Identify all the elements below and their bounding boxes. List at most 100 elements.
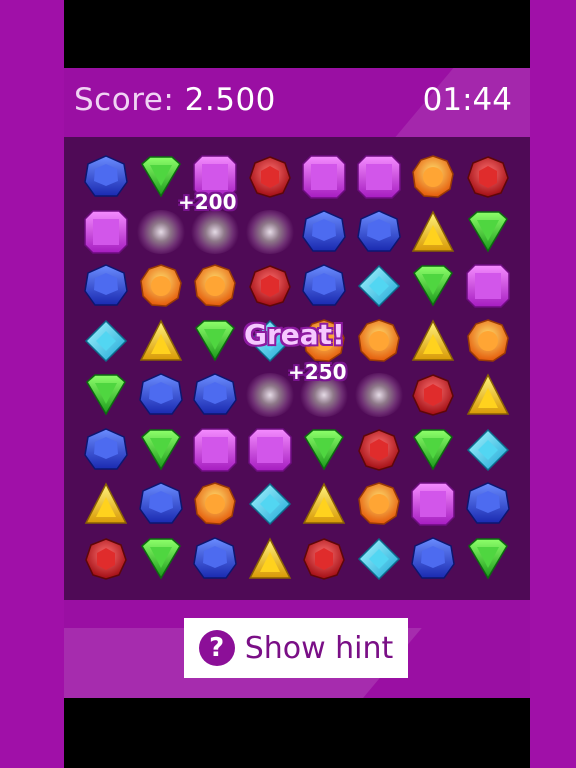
green-gem[interactable] — [137, 535, 185, 583]
red-gem[interactable] — [300, 535, 348, 583]
orange-gem[interactable] — [409, 153, 457, 201]
green-gem[interactable] — [137, 426, 185, 474]
red-gem[interactable] — [409, 371, 457, 419]
purple-gem[interactable] — [191, 426, 239, 474]
green-gem-icon — [140, 428, 181, 470]
blue-gem[interactable] — [82, 426, 130, 474]
sparkle-effect — [244, 371, 295, 419]
purple-gem-icon — [465, 264, 510, 308]
yellow-gem[interactable] — [300, 480, 348, 528]
cyan-gem[interactable] — [246, 480, 294, 528]
green-gem[interactable] — [191, 317, 239, 365]
red-gem-icon — [248, 265, 291, 307]
orange-gem-icon — [194, 482, 236, 525]
yellow-gem-icon — [302, 482, 346, 524]
purple-gem[interactable] — [464, 262, 512, 310]
sparkle-effect — [190, 208, 240, 256]
sparkle-effect — [244, 373, 295, 417]
sparkle-effect — [244, 209, 295, 254]
orange-gem[interactable] — [355, 480, 403, 528]
green-gem[interactable] — [464, 208, 512, 256]
red-gem-icon — [85, 537, 127, 580]
purple-gem[interactable] — [355, 153, 403, 201]
orange-gem-icon — [139, 264, 182, 307]
yellow-gem[interactable] — [137, 317, 185, 365]
orange-gem[interactable] — [464, 317, 512, 365]
blue-gem[interactable] — [355, 208, 403, 256]
orange-gem[interactable] — [191, 480, 239, 528]
yellow-gem[interactable] — [246, 535, 294, 583]
cyan-gem[interactable] — [464, 426, 512, 474]
blue-gem[interactable] — [137, 371, 185, 419]
sparkle-effect — [353, 371, 404, 419]
green-gem-icon — [140, 156, 181, 198]
red-gem[interactable] — [82, 535, 130, 583]
orange-gem[interactable] — [355, 317, 403, 365]
yellow-gem-icon — [84, 482, 128, 524]
green-gem[interactable] — [409, 426, 457, 474]
blue-gem[interactable] — [191, 535, 239, 583]
praise-popup: Great! — [244, 318, 345, 351]
show-hint-button[interactable]: ? Show hint — [184, 618, 408, 678]
red-gem-icon — [248, 156, 291, 198]
cyan-gem[interactable] — [82, 317, 130, 365]
yellow-gem[interactable] — [464, 371, 512, 419]
blue-gem[interactable] — [82, 262, 130, 310]
green-gem-icon — [140, 537, 181, 579]
green-gem[interactable] — [464, 535, 512, 583]
red-gem[interactable] — [464, 153, 512, 201]
red-gem[interactable] — [355, 426, 403, 474]
blue-gem[interactable] — [409, 535, 457, 583]
letterbox-bottom — [64, 698, 530, 768]
green-gem-icon — [304, 428, 344, 470]
show-hint-label: Show hint — [244, 630, 394, 666]
purple-gem-icon — [247, 427, 292, 472]
purple-gem[interactable] — [409, 480, 457, 528]
score-label: Score: — [74, 82, 175, 118]
green-gem[interactable] — [82, 371, 130, 419]
cyan-gem[interactable] — [355, 262, 403, 310]
orange-gem[interactable] — [137, 262, 185, 310]
yellow-gem[interactable] — [409, 208, 457, 256]
yellow-gem-icon — [466, 373, 509, 415]
sparkle-effect — [353, 373, 404, 417]
purple-gem[interactable] — [246, 426, 294, 474]
yellow-gem-icon — [248, 536, 291, 579]
purple-gem[interactable] — [300, 153, 348, 201]
red-gem[interactable] — [246, 153, 294, 201]
yellow-gem[interactable] — [82, 480, 130, 528]
purple-gem-icon — [193, 427, 237, 472]
orange-gem[interactable] — [191, 262, 239, 310]
orange-gem-icon — [466, 318, 509, 362]
blue-gem[interactable] — [300, 262, 348, 310]
yellow-gem[interactable] — [409, 317, 457, 365]
green-gem-icon — [467, 210, 508, 252]
blue-gem-icon — [411, 536, 455, 579]
yellow-gem-icon — [139, 318, 182, 361]
blue-gem-icon — [465, 482, 510, 524]
green-gem[interactable] — [409, 262, 457, 310]
green-gem[interactable] — [300, 426, 348, 474]
red-gem-icon — [357, 428, 400, 471]
question-icon: ? — [198, 630, 235, 666]
blue-gem-icon — [84, 427, 128, 470]
red-gem[interactable] — [246, 262, 294, 310]
blue-gem[interactable] — [191, 371, 239, 419]
purple-gem[interactable] — [82, 208, 130, 256]
blue-gem[interactable] — [464, 480, 512, 528]
blue-gem-icon — [193, 536, 237, 579]
sparkle-effect — [244, 208, 295, 256]
blue-gem[interactable] — [82, 153, 130, 201]
timer: 01:44 — [422, 82, 512, 118]
orange-gem-icon — [357, 318, 400, 362]
sparkle-effect — [135, 208, 186, 256]
cyan-gem[interactable] — [355, 535, 403, 583]
purple-gem-icon — [84, 209, 128, 254]
score-value: 2.500 — [184, 82, 276, 118]
blue-gem[interactable] — [300, 208, 348, 256]
blue-gem[interactable] — [137, 480, 185, 528]
blue-gem-icon — [356, 209, 401, 252]
purple-gem-icon — [411, 482, 455, 526]
blue-gem-icon — [138, 373, 183, 415]
cyan-gem-icon — [357, 264, 400, 308]
